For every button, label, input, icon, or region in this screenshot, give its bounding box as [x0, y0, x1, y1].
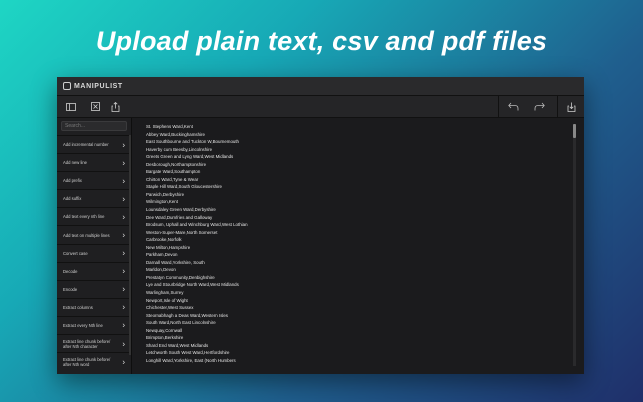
sidebar-item-label: Add text every nth line	[63, 214, 105, 220]
sidebar-item-label: Add new line	[63, 160, 87, 166]
sidebar-item-extract-line-chunk-character[interactable]: Extract line chunk before/ after Nth cha…	[57, 334, 131, 352]
sidebar-item-add-suffix[interactable]: Add suffix ›	[57, 189, 131, 207]
chevron-right-icon: ›	[122, 266, 125, 276]
app-window: MANIPULIST Search... Add incremental num…	[57, 77, 584, 374]
sidebar-item-convert-case[interactable]: Convert case ›	[57, 243, 131, 262]
download-icon	[567, 102, 575, 112]
sidebar-item-add-prefix[interactable]: Add prefix ›	[57, 171, 131, 189]
text-line: Greets Green and Lyng Ward,West Midlands	[146, 154, 234, 160]
text-line: Lounsdaley Green Ward,Derbyshire	[146, 207, 216, 213]
sidebar-item-extract-columns[interactable]: Extract columns ›	[57, 297, 131, 316]
text-line: Abbey Ward,Buckinghamshire	[146, 131, 205, 137]
text-line: Parkham,Devon	[146, 252, 178, 258]
text-line: Marldon,Devon	[146, 267, 176, 273]
text-line: Carbrooke,Norfolk	[146, 237, 182, 243]
chevron-right-icon: ›	[122, 284, 125, 294]
text-line: Bargate Ward,Southampton	[146, 169, 201, 175]
redo-button[interactable]	[531, 100, 547, 114]
title-bar: MANIPULIST	[57, 77, 584, 96]
text-line: New Milton,Hampshire	[146, 244, 191, 250]
chevron-right-icon: ›	[122, 248, 125, 258]
toolbar-divider	[557, 96, 558, 117]
sidebar-item-decode[interactable]: Decode ›	[57, 261, 131, 280]
sidebar-item-add-new-line[interactable]: Add new line ›	[57, 153, 131, 171]
text-line: Chichester,West Sussex	[146, 305, 194, 311]
sidebar-item-add-text-every-nth-line[interactable]: Add text every nth line ›	[57, 207, 131, 225]
sidebar-item-extract-every-nth-line[interactable]: Extract every Nth line ›	[57, 315, 131, 334]
text-line: Parwich,Derbyshire	[146, 191, 185, 197]
sidebar-item-label: Extract line chunk before/ after Nth wor…	[63, 356, 111, 367]
undo-icon	[507, 102, 518, 111]
search-input[interactable]: Search...	[61, 121, 127, 131]
sidebar-item-label: Extract every Nth line	[63, 322, 103, 328]
text-line: East Southbourne and Tuckton W,Bournemou…	[146, 139, 239, 145]
app-title: MANIPULIST	[74, 82, 123, 90]
text-line: Newport,Isle of Wight	[146, 297, 188, 303]
sidebar-item-label: Add suffix	[63, 196, 82, 202]
text-line: Weston-Super-Mare,North Somerset	[146, 229, 218, 235]
chevron-right-icon: ›	[122, 140, 125, 150]
clear-button[interactable]	[87, 100, 103, 114]
sidebar-item-label: Extract columns	[63, 304, 93, 310]
undo-button[interactable]	[505, 100, 521, 114]
text-line: Haverby cum Beesby,Lincolnshire	[146, 146, 213, 152]
sidebar-item-label: Add incremental number	[63, 142, 109, 148]
chevron-right-icon: ›	[122, 158, 125, 168]
toolbar	[57, 96, 584, 118]
share-icon	[111, 101, 119, 112]
sidebar-item-label: Encode	[63, 286, 78, 292]
sidebar-item-add-incremental-number[interactable]: Add incremental number ›	[57, 135, 131, 153]
chevron-right-icon: ›	[122, 230, 125, 240]
chevron-right-icon: ›	[122, 339, 125, 349]
text-line: Dee Ward,Dumfries and Galloway	[146, 214, 213, 220]
sidebar-scrollbar[interactable]	[129, 135, 131, 355]
scrollbar-thumb[interactable]	[573, 124, 576, 138]
text-line: Darnall Ward,Yorkshire, South	[146, 259, 205, 265]
sidebar-item-add-text-on-multiple-lines[interactable]: Add text on multiple lines ›	[57, 225, 131, 243]
chevron-right-icon: ›	[122, 212, 125, 222]
sidebar-item-extract-line-chunk-word[interactable]: Extract line chunk before/ after Nth wor…	[57, 352, 131, 370]
sidebar-item-label: Add prefix	[63, 178, 82, 184]
app-logo-icon	[63, 82, 71, 90]
text-line: St. Stephens Ward,Kent	[146, 124, 193, 129]
chevron-right-icon: ›	[122, 176, 125, 186]
chevron-right-icon: ›	[122, 320, 125, 330]
text-line: Letchworth South West Ward,Hertfordshire	[146, 350, 230, 356]
sidebar-item-encode[interactable]: Encode ›	[57, 279, 131, 298]
text-line: Brimpton,Berkshire	[146, 335, 184, 341]
chevron-right-icon: ›	[122, 194, 125, 204]
text-line: Desborough,Northamptonshire	[146, 161, 207, 167]
text-line: Brodsum, Uphall and Winchburg Ward,West …	[146, 222, 248, 228]
sidebar: Search... Add incremental number › Add n…	[57, 118, 132, 374]
text-line: Prestatyn Community,Denbighshire	[146, 274, 215, 280]
text-line: Steornabhagh a Deas Ward,Western Isles	[146, 312, 229, 318]
sidebar-item-label: Add text on multiple lines	[63, 232, 110, 238]
sidebar-item-label: Decode	[63, 268, 78, 274]
text-editor[interactable]: St. Stephens Ward,Kent Abbey Ward,Buckin…	[132, 118, 584, 374]
editor-scrollbar[interactable]	[573, 124, 576, 366]
text-line: Newquay,Cornwall	[146, 327, 183, 333]
text-line: Lye and Stourbridge North Ward,West Midl…	[146, 282, 239, 288]
sidebar-item-label: Extract line chunk before/ after Nth cha…	[63, 338, 111, 349]
text-lines: St. Stephens Ward,Kent Abbey Ward,Buckin…	[146, 123, 248, 365]
text-line: Chirton Ward,Tyne & Wear	[146, 176, 199, 182]
text-line: Warlingham,Surrey	[146, 290, 184, 296]
text-line: South Ward,North East Lincolnshire	[146, 320, 216, 326]
chevron-right-icon: ›	[122, 302, 125, 312]
sidebar-toggle-icon	[66, 102, 76, 111]
redo-icon	[534, 102, 545, 111]
chevron-right-icon: ›	[122, 357, 125, 367]
text-line: Staple Hill Ward,South Gloucestershire	[146, 184, 222, 190]
text-line: Longhill Ward,Yorkshire, East (North Hum…	[146, 357, 236, 363]
sidebar-item-label: Convert case	[63, 250, 88, 256]
headline: Upload plain text, csv and pdf files	[95, 26, 548, 56]
clear-icon	[90, 102, 100, 111]
sidebar-toggle-button[interactable]	[63, 100, 79, 114]
toolbar-divider	[498, 96, 499, 117]
text-line: Wilmington,Kent	[146, 199, 178, 205]
download-button[interactable]	[563, 100, 579, 114]
share-button[interactable]	[107, 100, 123, 114]
text-line: Shard End Ward,West Midlands	[146, 342, 209, 348]
